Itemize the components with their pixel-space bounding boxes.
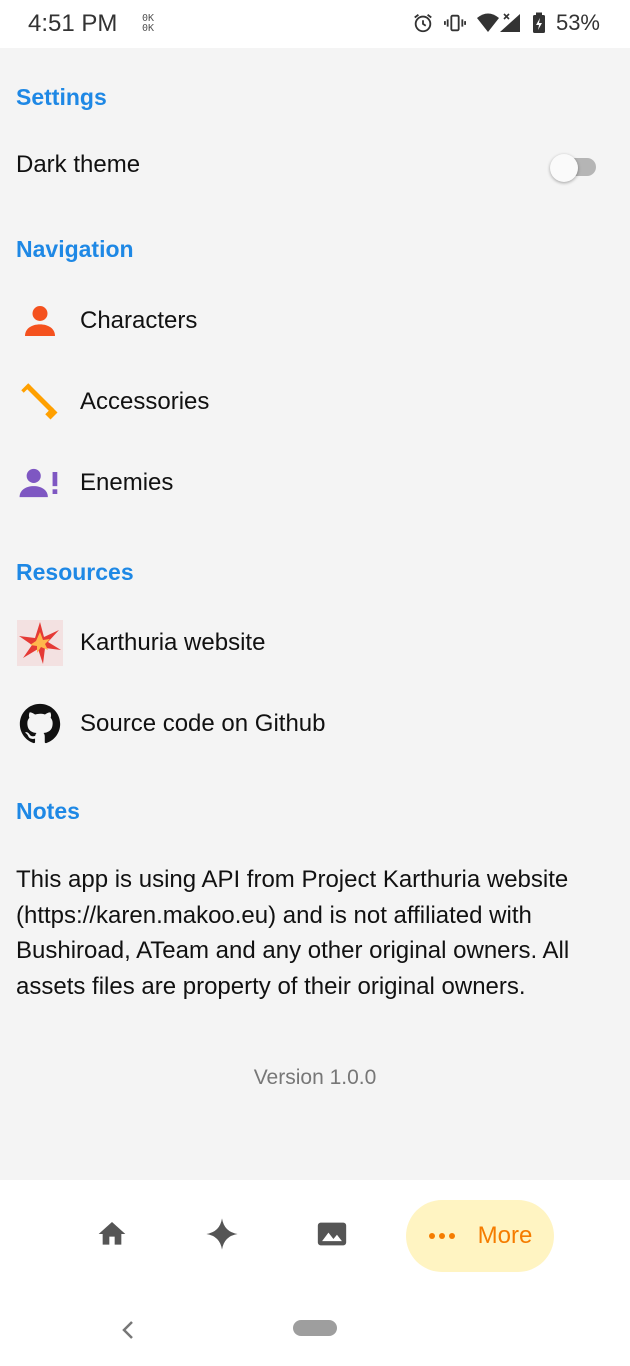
more-page: Settings Dark theme Navigation Character… bbox=[0, 48, 630, 1180]
system-navigation-bar bbox=[0, 1294, 630, 1366]
section-title-notes: Notes bbox=[16, 798, 80, 824]
person-icon bbox=[16, 297, 64, 345]
resource-item-karthuria[interactable]: Karthuria website bbox=[0, 608, 630, 678]
system-back-button[interactable] bbox=[116, 1314, 140, 1346]
nav-item-accessories[interactable]: Accessories bbox=[0, 367, 630, 437]
section-title-settings: Settings bbox=[16, 84, 107, 110]
image-icon bbox=[315, 1217, 349, 1256]
status-bar: 4:51 PM 0K 0K 53% bbox=[0, 0, 630, 48]
status-time: 4:51 PM bbox=[28, 10, 118, 37]
resource-item-github[interactable]: Source code on Github bbox=[0, 689, 630, 759]
wifi-signal-icon bbox=[476, 12, 522, 34]
bottom-navigation: More bbox=[0, 1180, 630, 1294]
section-title-resources: Resources bbox=[16, 559, 134, 585]
chevron-left-icon bbox=[116, 1321, 140, 1350]
dark-theme-label: Dark theme bbox=[16, 151, 141, 178]
more-dots-icon bbox=[428, 1227, 456, 1245]
nav-more-button[interactable]: More bbox=[406, 1200, 554, 1272]
section-title-navigation: Navigation bbox=[16, 236, 134, 262]
switch-thumb bbox=[550, 154, 578, 182]
status-icons: 53% bbox=[412, 10, 600, 36]
nav-sparkle-button[interactable] bbox=[194, 1208, 250, 1264]
network-speed: 0K 0K bbox=[142, 14, 154, 34]
dark-theme-switch[interactable] bbox=[550, 152, 596, 182]
nav-item-label: Enemies bbox=[80, 469, 174, 496]
network-speed-down: 0K bbox=[142, 23, 155, 34]
person-alert-icon bbox=[16, 459, 64, 507]
system-home-pill[interactable] bbox=[293, 1320, 337, 1336]
nav-item-characters[interactable]: Characters bbox=[0, 286, 630, 356]
github-icon bbox=[16, 700, 64, 748]
nav-home-button[interactable] bbox=[84, 1208, 140, 1264]
battery-icon bbox=[532, 12, 546, 34]
sparkle-icon bbox=[205, 1217, 239, 1256]
vibrate-icon bbox=[443, 12, 466, 34]
sword-icon bbox=[16, 378, 64, 426]
nav-item-label: Accessories bbox=[80, 388, 210, 415]
nav-image-button[interactable] bbox=[304, 1208, 360, 1264]
battery-percent: 53% bbox=[555, 10, 600, 35]
karthuria-logo-icon bbox=[16, 619, 64, 667]
notes-text: This app is using API from Project Karth… bbox=[16, 866, 570, 1000]
nav-item-label: Characters bbox=[80, 307, 198, 334]
nav-item-enemies[interactable]: Enemies bbox=[0, 448, 630, 518]
nav-more-label: More bbox=[477, 1222, 533, 1249]
resource-item-label: Source code on Github bbox=[80, 710, 326, 737]
home-icon bbox=[96, 1218, 128, 1255]
resource-item-label: Karthuria website bbox=[80, 629, 266, 656]
version-label: Version 1.0.0 bbox=[253, 1066, 377, 1089]
dark-theme-row[interactable]: Dark theme bbox=[0, 130, 630, 200]
alarm-icon bbox=[412, 12, 434, 34]
